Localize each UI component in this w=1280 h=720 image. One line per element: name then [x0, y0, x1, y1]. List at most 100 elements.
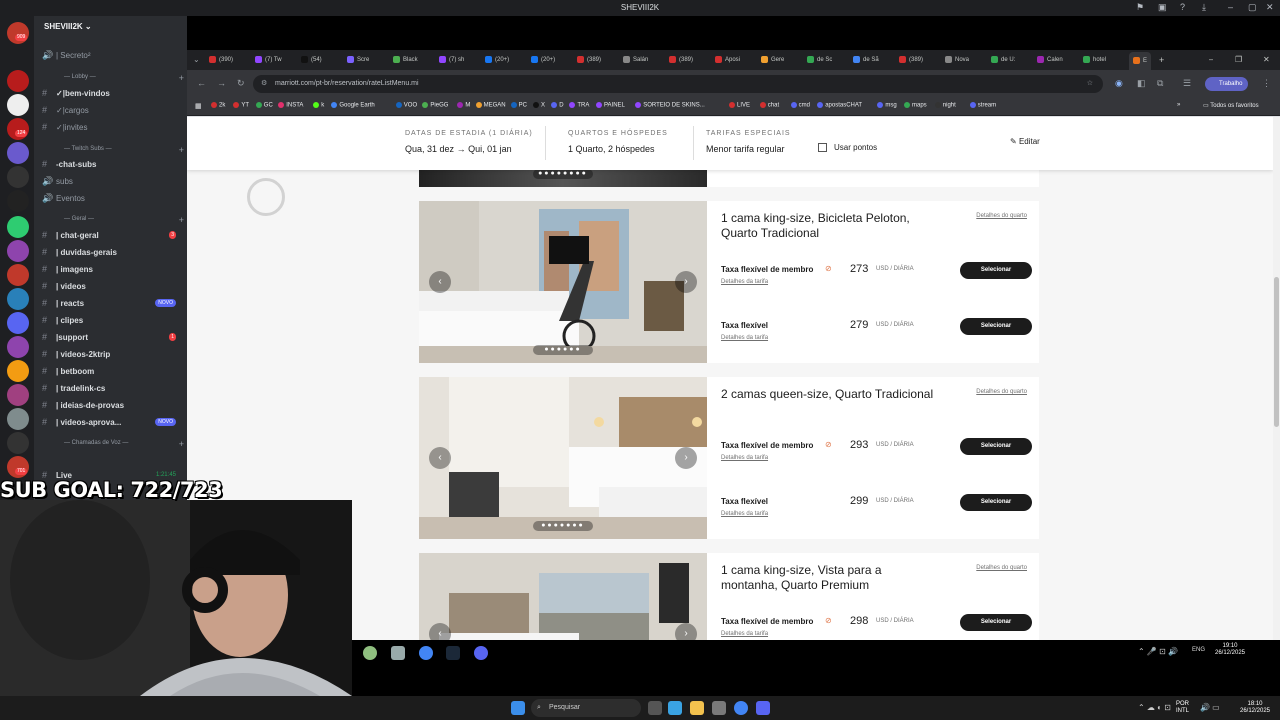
- language-indicator[interactable]: ENG: [1192, 647, 1205, 653]
- bookmark-item[interactable]: SORTEIO DE SKINS...: [635, 102, 705, 109]
- bookmark-item[interactable]: night: [934, 102, 956, 109]
- category-voice[interactable]: — Chamadas de Voz — +: [64, 439, 184, 449]
- server-icon[interactable]: [7, 264, 29, 286]
- server-icon[interactable]: [7, 190, 29, 212]
- copilot-icon[interactable]: [668, 701, 682, 715]
- rate-details-link[interactable]: Detalhes da tarifa: [721, 511, 768, 517]
- browser-tab[interactable]: de Sc: [807, 54, 832, 66]
- bookmarks-folder[interactable]: ▭ Todos os favoritos: [1203, 102, 1259, 109]
- select-button[interactable]: Selecionar: [960, 614, 1032, 631]
- bookmark-item[interactable]: YT: [233, 102, 249, 109]
- channel-item[interactable]: # | chat-geral 3: [42, 228, 184, 242]
- carousel-dots[interactable]: ●●●●●●●●: [533, 169, 593, 179]
- browser-tab[interactable]: (389): [899, 54, 923, 66]
- channel-item[interactable]: # | imagens: [42, 262, 184, 276]
- minimize-icon[interactable]: –: [1209, 54, 1213, 66]
- server-icon[interactable]: [7, 240, 29, 262]
- server-icon[interactable]: [7, 70, 29, 92]
- channel-item[interactable]: # | ideias-de-provas: [42, 398, 184, 412]
- browser-tab[interactable]: Calen: [1037, 54, 1063, 66]
- carousel-prev-button[interactable]: ‹: [429, 271, 451, 293]
- maximize-icon[interactable]: ▢: [1248, 2, 1257, 13]
- bookmark-item[interactable]: 2k: [211, 102, 225, 109]
- carousel-prev-button[interactable]: ‹: [429, 623, 451, 640]
- server-icon[interactable]: [7, 142, 29, 164]
- extensions-icon[interactable]: ⧉: [1157, 78, 1163, 89]
- channel-item[interactable]: # |support 1: [42, 330, 184, 344]
- media-icon[interactable]: ☰: [1183, 78, 1191, 89]
- room-details-link[interactable]: Detalhes do quarto: [976, 389, 1027, 395]
- steam-icon[interactable]: [446, 646, 460, 660]
- bookmark-item[interactable]: k: [313, 102, 324, 109]
- channel-item[interactable]: # | reacts NOVO: [42, 296, 184, 310]
- special-rates-value[interactable]: Menor tarifa regular: [706, 144, 785, 154]
- bookmark-item[interactable]: PAINEL: [596, 102, 625, 109]
- carousel-next-button[interactable]: ›: [675, 271, 697, 293]
- close-icon[interactable]: ✕: [1266, 2, 1274, 13]
- browser-tab[interactable]: (390): [209, 54, 233, 66]
- bookmark-item[interactable]: M: [457, 102, 470, 109]
- rate-details-link[interactable]: Detalhes da tarifa: [721, 279, 768, 285]
- browser-tab[interactable]: Nova: [945, 54, 969, 66]
- clock[interactable]: 18:10 26/12/2025: [1236, 701, 1274, 715]
- carousel-dots[interactable]: ●●●●●●●: [533, 521, 593, 531]
- extension-icon[interactable]: ◧: [1137, 78, 1146, 89]
- server-icon[interactable]: [7, 336, 29, 358]
- minimize-icon[interactable]: –: [1228, 2, 1233, 12]
- select-button[interactable]: Selecionar: [960, 494, 1032, 511]
- profile-chip[interactable]: Trabalho: [1205, 77, 1249, 91]
- browser-tab[interactable]: (54): [301, 54, 322, 66]
- extension-icon[interactable]: ◉: [1115, 78, 1123, 89]
- server-icon[interactable]: 909: [7, 22, 29, 44]
- bookmark-item[interactable]: cmd: [790, 102, 810, 109]
- select-button[interactable]: Selecionar: [960, 262, 1032, 279]
- category-twitch[interactable]: — Twitch Subs — +: [64, 145, 184, 155]
- pin-icon[interactable]: ⚑: [1136, 2, 1144, 13]
- browser-tab[interactable]: de Sã: [853, 54, 879, 66]
- restore-icon[interactable]: ❐: [1235, 54, 1242, 66]
- browser-tab[interactable]: (7) sh: [439, 54, 464, 66]
- server-icon[interactable]: [7, 312, 29, 334]
- channel-item[interactable]: # | clipes: [42, 313, 184, 327]
- browser-tab[interactable]: Aposi: [715, 54, 740, 66]
- browser-tab[interactable]: E: [1129, 52, 1152, 70]
- app-icon[interactable]: [363, 646, 377, 660]
- start-icon[interactable]: [511, 701, 525, 715]
- clock[interactable]: 19:10 26/12/2025: [1210, 643, 1250, 657]
- channel-item[interactable]: # ✓|invites: [42, 120, 184, 134]
- browser-tab[interactable]: (20+): [531, 54, 555, 66]
- rate-details-link[interactable]: Detalhes da tarifa: [721, 335, 768, 341]
- discord-icon[interactable]: [474, 646, 488, 660]
- scrollbar-thumb[interactable]: [1274, 277, 1279, 427]
- back-icon[interactable]: ←: [197, 78, 206, 88]
- checkbox-icon[interactable]: [818, 143, 827, 153]
- site-info-icon[interactable]: ⚙: [261, 75, 267, 93]
- menu-icon[interactable]: ⋮: [1262, 78, 1271, 89]
- channel-item[interactable]: # | tradelink-cs: [42, 381, 184, 395]
- edit-button[interactable]: ✎ Editar: [1010, 137, 1040, 146]
- tray-icons[interactable]: ⌃ ☁ ◐ ⊡: [1138, 703, 1171, 712]
- channel-item[interactable]: # | videos: [42, 279, 184, 293]
- server-icon[interactable]: [7, 166, 29, 188]
- channel-item[interactable]: # ✓|bem-vindos: [42, 86, 184, 100]
- tray-icons[interactable]: ⌃ 🎤 ⊡ 🔊: [1138, 647, 1178, 656]
- apps-icon[interactable]: ▦: [195, 102, 202, 110]
- category-geral[interactable]: — Geral — +: [64, 215, 184, 225]
- room-details-link[interactable]: Detalhes do quarto: [976, 565, 1027, 571]
- close-icon[interactable]: ✕: [1263, 54, 1270, 66]
- browser-tab[interactable]: Salán: [623, 54, 648, 66]
- help-icon[interactable]: ?: [1180, 2, 1185, 12]
- language-indicator[interactable]: POR INTL: [1176, 701, 1189, 715]
- taskbar-search[interactable]: ⌕ Pesquisar: [531, 699, 641, 717]
- server-icon[interactable]: 124: [7, 118, 29, 140]
- bookmark-item[interactable]: Google Earth: [331, 102, 375, 109]
- chrome-icon[interactable]: [419, 646, 433, 660]
- room-details-link[interactable]: Detalhes do quarto: [976, 213, 1027, 219]
- carousel-dots[interactable]: ●●●●●●: [533, 345, 593, 355]
- use-points-checkbox[interactable]: Usar pontos: [818, 143, 877, 153]
- bookmark-item[interactable]: GC: [255, 102, 273, 109]
- server-icon[interactable]: [7, 216, 29, 238]
- bookmark-item[interactable]: PieGG: [422, 102, 448, 109]
- channel-item[interactable]: # | videos-aprova... NOVO: [42, 415, 184, 429]
- browser-tab[interactable]: Scre: [347, 54, 369, 66]
